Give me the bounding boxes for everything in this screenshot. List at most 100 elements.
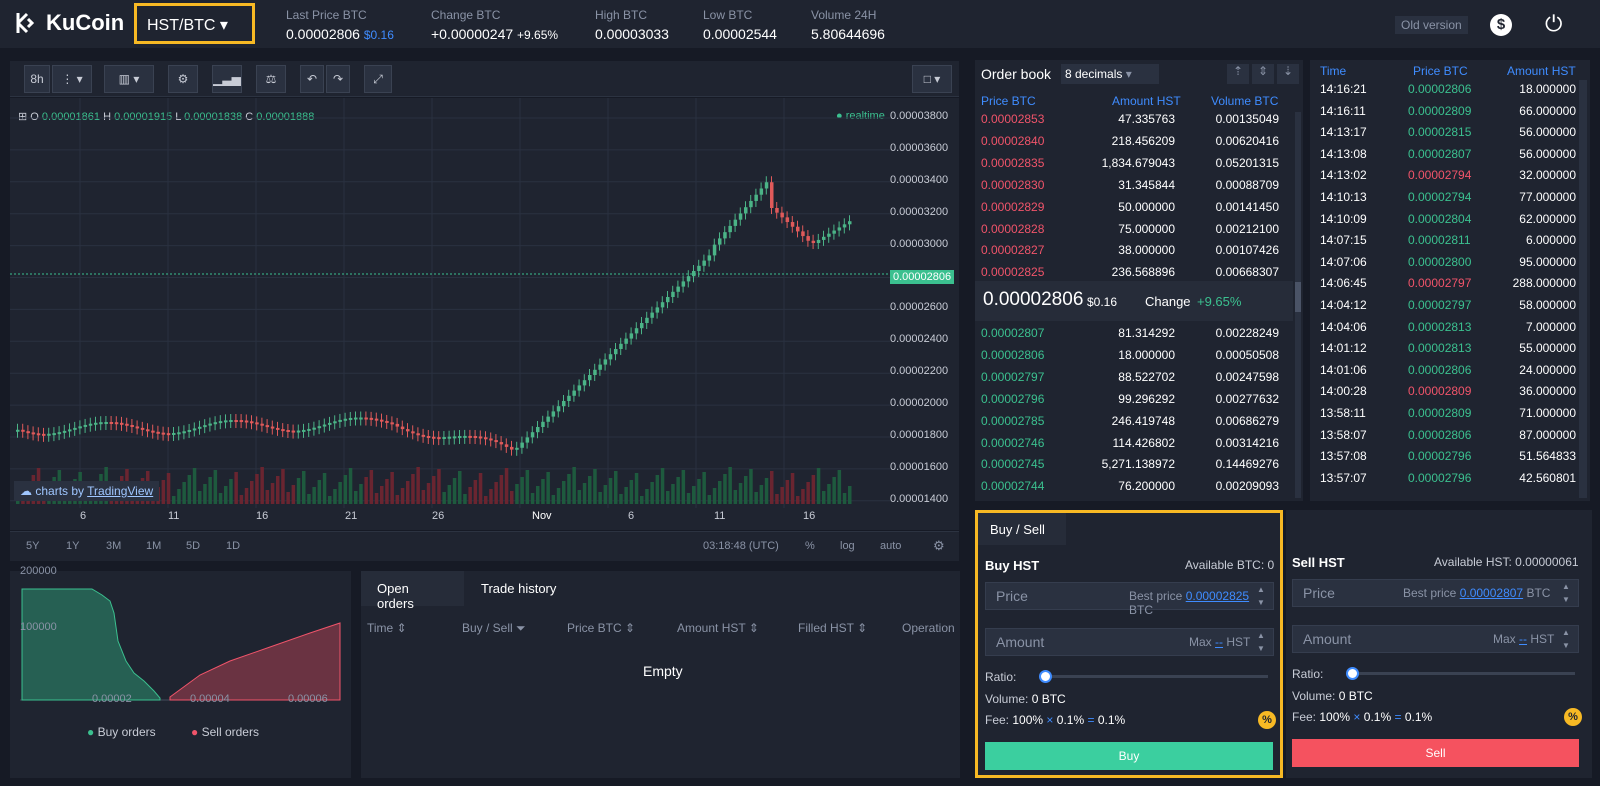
candle-body: [73, 427, 77, 430]
slider-handle[interactable]: [1346, 667, 1359, 680]
range-5y[interactable]: 5Y: [26, 540, 39, 552]
chart-type-button[interactable]: ▥ ▾: [104, 65, 154, 93]
sell-amount-input[interactable]: Amount Max -- HST ▲ ▼: [1292, 625, 1579, 653]
fullscreen-button[interactable]: ⤢: [364, 65, 392, 93]
orderbook-scrollbar[interactable]: [1295, 112, 1301, 498]
volume-bar: [733, 490, 738, 504]
bid-row[interactable]: 0.00002806 18.000000 0.00050508: [975, 344, 1303, 366]
volume-bar: [437, 469, 441, 504]
row-amount: 18.000000: [1118, 347, 1175, 362]
trades-scrollbar[interactable]: [1579, 80, 1587, 498]
fee-multiplier: 100%: [1319, 710, 1351, 724]
layout-button[interactable]: □ ▾: [912, 65, 952, 93]
tradingview-attribution[interactable]: ☁ charts by TradingView: [14, 481, 160, 501]
bid-row[interactable]: 0.00002745 5,271.138972 0.14469276: [975, 453, 1303, 475]
scrollbar-thumb[interactable]: [1295, 282, 1301, 312]
old-version-link[interactable]: Old version: [1395, 16, 1468, 34]
row-volume: 0.00088709: [1215, 177, 1279, 192]
col-price[interactable]: Price BTC ⇕: [567, 621, 635, 635]
settings-button[interactable]: ⚙: [168, 65, 198, 93]
volume-bar: [369, 470, 374, 504]
bid-row[interactable]: 0.00002746 114.426802 0.00314216: [975, 432, 1303, 454]
fee-discount-icon[interactable]: %: [1564, 708, 1582, 726]
dollar-icon[interactable]: $: [1490, 14, 1512, 36]
row-volume: 0.00668307: [1215, 265, 1279, 280]
show-asks-button[interactable]: ⇡: [1227, 64, 1249, 84]
trade-row: 14:10:13 0.00002794 77.000000: [1310, 186, 1590, 208]
sell-button[interactable]: Sell: [1292, 739, 1579, 767]
ask-row[interactable]: 0.00002835 1,834.679043 0.05201315: [975, 152, 1303, 174]
range-3m[interactable]: 3M: [106, 540, 121, 552]
ask-row[interactable]: 0.00002828 75.000000 0.00212100: [975, 218, 1303, 240]
volume-bar: [270, 483, 275, 504]
bid-row[interactable]: 0.00002807 81.314292 0.00228249: [975, 322, 1303, 344]
best-price-link[interactable]: 0.00002807: [1460, 586, 1523, 600]
max-link[interactable]: --: [1215, 635, 1223, 649]
tab-trade-history[interactable]: Trade history: [481, 581, 556, 596]
buy-button[interactable]: Buy: [985, 742, 1273, 770]
stepper-icon[interactable]: ▲ ▼: [1562, 626, 1570, 652]
fee-discount-icon[interactable]: %: [1258, 711, 1276, 729]
interval-menu-button[interactable]: ⋮ ▾: [52, 65, 92, 93]
stepper-icon[interactable]: ▲ ▼: [1562, 580, 1570, 606]
sell-price-input[interactable]: Price Best price 0.00002807 BTC ▲ ▼: [1292, 579, 1579, 607]
candle-body: [837, 227, 842, 231]
auto-toggle[interactable]: auto: [880, 540, 901, 552]
candle-body: [83, 424, 88, 427]
trade-price: 0.00002797: [1408, 298, 1472, 312]
bid-row[interactable]: 0.00002744 76.200000 0.00209093: [975, 475, 1303, 497]
bid-row[interactable]: 0.00002797 88.522702 0.00247598: [975, 366, 1303, 388]
range-1y[interactable]: 1Y: [66, 540, 79, 552]
row-amount: 5,271.138972: [1101, 457, 1175, 472]
max-link[interactable]: --: [1519, 632, 1527, 646]
col-filled[interactable]: Filled HST ⇕: [798, 621, 867, 635]
ask-row[interactable]: 0.00002830 31.345844 0.00088709: [975, 174, 1303, 196]
volume-bar: [432, 476, 436, 504]
show-bids-button[interactable]: ⇣: [1277, 64, 1299, 84]
ratio-slider[interactable]: [1346, 667, 1575, 680]
redo-button[interactable]: ↷: [326, 65, 350, 93]
log-toggle[interactable]: log: [840, 540, 855, 552]
ratio-slider[interactable]: [1039, 670, 1268, 683]
col-buy-sell[interactable]: Buy / Sell ⏷: [462, 621, 526, 636]
row-volume: 0.00314216: [1215, 435, 1279, 450]
buy-amount-input[interactable]: Amount Max -- HST ▲ ▼: [985, 628, 1274, 656]
stepper-icon[interactable]: ▲ ▼: [1257, 583, 1265, 609]
show-both-button[interactable]: ⇕: [1252, 64, 1274, 84]
stepper-icon[interactable]: ▲ ▼: [1257, 629, 1265, 655]
chart-settings-icon[interactable]: ⚙: [933, 538, 945, 554]
ask-row[interactable]: 0.00002840 218.456209 0.00620416: [975, 130, 1303, 152]
kucoin-logo[interactable]: KuCoin: [14, 10, 124, 36]
volume-bar: [536, 486, 540, 504]
range-1d[interactable]: 1D: [226, 540, 240, 552]
tab-buy-sell[interactable]: Buy / Sell: [978, 513, 1066, 545]
power-icon[interactable]: ⏻: [1545, 11, 1562, 37]
trade-time: 14:16:11: [1320, 103, 1366, 118]
compare-button[interactable]: ⚖: [256, 65, 286, 93]
ask-row[interactable]: 0.00002829 50.000000 0.00141450: [975, 196, 1303, 218]
decimals-select[interactable]: 8 decimals ▾: [1061, 64, 1159, 84]
slider-handle[interactable]: [1039, 670, 1052, 683]
tab-open-orders[interactable]: Open orders: [361, 571, 464, 611]
volume-bar: [187, 475, 192, 504]
pair-selector[interactable]: HST/BTC ▾: [134, 3, 255, 44]
price-chart[interactable]: ⊞ O 0.00001861 H 0.00001915 L 0.00001838…: [10, 98, 959, 530]
range-5d[interactable]: 5D: [186, 540, 200, 552]
tradingview-link[interactable]: TradingView: [87, 484, 153, 498]
square-icon: □ ▾: [923, 72, 941, 86]
ask-row[interactable]: 0.00002827 38.000000 0.00107426: [975, 239, 1303, 261]
bid-row[interactable]: 0.00002785 246.419748 0.00686279: [975, 410, 1303, 432]
percent-toggle[interactable]: %: [805, 540, 815, 552]
interval-button[interactable]: 8h: [24, 65, 50, 93]
col-time[interactable]: Time ⇕: [367, 621, 407, 635]
candle-body: [770, 182, 774, 208]
bid-row[interactable]: 0.00002796 99.296292 0.00277632: [975, 388, 1303, 410]
undo-button[interactable]: ↶: [300, 65, 324, 93]
ask-row[interactable]: 0.00002853 47.335763 0.00135049: [975, 108, 1303, 130]
buy-price-input[interactable]: Price Best price 0.00002825 BTC ▲ ▼: [985, 582, 1274, 617]
col-amount[interactable]: Amount HST ⇕: [677, 621, 759, 635]
ask-row[interactable]: 0.00002825 236.568896 0.00668307: [975, 261, 1303, 283]
best-price-link[interactable]: 0.00002825: [1186, 589, 1249, 603]
indicators-button[interactable]: ▁▃▅: [212, 65, 242, 93]
range-1m[interactable]: 1M: [146, 540, 161, 552]
